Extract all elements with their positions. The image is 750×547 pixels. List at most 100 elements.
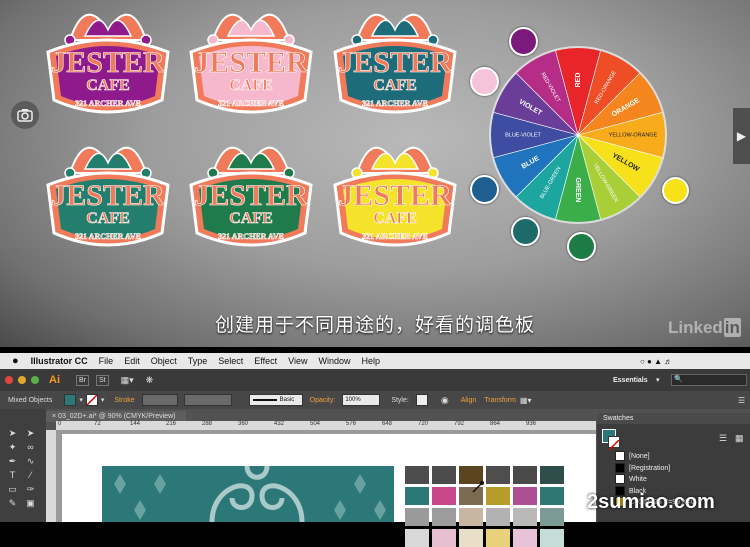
ruler-tick-label: 792 [454, 421, 465, 427]
help-search-input[interactable]: 🔍 [671, 374, 747, 386]
pencil-tool-icon[interactable]: ✎ [8, 499, 17, 508]
linkedin-logo: Linked in [668, 318, 741, 337]
swatch-row[interactable]: White [597, 474, 750, 485]
rectangle-tool-icon[interactable]: ▭ [8, 485, 17, 494]
pen-tool-icon[interactable]: ✒ [8, 457, 17, 466]
menu-view[interactable]: View [288, 356, 307, 366]
opacity-label[interactable]: Opacity: [310, 397, 336, 404]
swatch-tile[interactable] [513, 529, 537, 547]
menu-effect[interactable]: Effect [254, 356, 277, 366]
transform-link[interactable]: Transform [484, 397, 516, 404]
badge-title: JESTER [51, 46, 165, 79]
gpu-icon[interactable]: ❋ [146, 375, 154, 386]
swatch-row[interactable]: [None] [597, 451, 750, 462]
apple-icon[interactable]: ● [12, 355, 19, 367]
align-link[interactable]: Align [461, 397, 477, 404]
ruler-tick-label: 648 [382, 421, 393, 427]
swatch-tile[interactable] [540, 529, 564, 547]
direct-selection-tool-icon[interactable]: ➤ [26, 429, 35, 438]
menu-edit[interactable]: Edit [124, 356, 140, 366]
fill-swatch[interactable] [64, 394, 77, 406]
swatch-tile[interactable] [432, 529, 456, 547]
menu-window[interactable]: Window [318, 356, 350, 366]
swatch-tile[interactable] [486, 466, 510, 484]
camera-icon[interactable] [11, 101, 39, 129]
swatch-tile[interactable] [405, 466, 429, 484]
swatch-dot-yellow [662, 177, 689, 204]
swatch-tile[interactable] [486, 529, 510, 547]
opacity-field[interactable]: 100% [342, 394, 381, 406]
grid-view-icon[interactable]: ▦ [735, 433, 744, 444]
swatch-tile[interactable] [459, 508, 483, 526]
curvature-tool-icon[interactable]: ∿ [26, 457, 35, 466]
swatch-tile[interactable] [513, 466, 537, 484]
swatch-tile[interactable] [432, 487, 456, 505]
swatch-tile[interactable] [459, 529, 483, 547]
control-bar: Mixed Objects ▾ ▾ Stroke Basic Opacity: … [0, 391, 750, 409]
ruler-tick-label: 0 [58, 421, 62, 427]
brush-definition-field[interactable]: Basic [248, 394, 303, 406]
menu-object[interactable]: Object [151, 356, 177, 366]
badge-title: JESTER [338, 46, 452, 79]
stroke-chevron-icon[interactable]: ▾ [101, 396, 105, 404]
stock-button[interactable]: St [96, 374, 109, 386]
menu-help[interactable]: Help [361, 356, 380, 366]
next-arrow-icon[interactable]: ▶ [733, 108, 750, 164]
swatch-tile[interactable] [405, 529, 429, 547]
stroke-label[interactable]: Stroke [114, 397, 134, 404]
menu-select[interactable]: Select [218, 356, 243, 366]
swatch-tile[interactable] [540, 487, 564, 505]
type-tool-icon[interactable]: T [8, 471, 17, 480]
lasso-tool-icon[interactable]: ∞ [26, 443, 35, 452]
swatch-tile[interactable] [540, 508, 564, 526]
swatch-tile[interactable] [405, 487, 429, 505]
arrange-documents-icon[interactable]: ▦▾ [121, 375, 134, 386]
workspace-chevron-icon[interactable]: ▾ [656, 376, 660, 384]
swatch-row[interactable]: [Registration] [597, 462, 750, 474]
eraser-tool-icon[interactable]: ▣ [26, 499, 35, 508]
recolor-artwork-icon[interactable]: ◉ [441, 395, 449, 406]
line-tool-icon[interactable]: ⁄ [26, 471, 35, 480]
swatch-tile[interactable] [432, 508, 456, 526]
video-frame: JESTER CAFE 321 ARCHER AVE JESTER CAFE 321 AR… [0, 0, 750, 347]
style-label: Style: [391, 396, 409, 404]
zoom-window-button[interactable] [31, 376, 39, 384]
close-window-button[interactable] [5, 376, 13, 384]
eyedropper-cursor-icon [472, 481, 484, 493]
stroke-weight-field[interactable] [141, 394, 178, 406]
panel-menu-icon[interactable]: ☰ [738, 396, 745, 405]
tools-panel: ➤ ➤ ✦ ∞ ✒ ∿ T ⁄ ▭ ✑ ✎ ▣ [0, 409, 46, 522]
badge-address: 321 ARCHER AVE [218, 232, 284, 241]
swatch-tile[interactable] [432, 466, 456, 484]
swatch-tile[interactable] [540, 466, 564, 484]
fill-chevron-icon[interactable]: ▾ [79, 396, 83, 404]
artboard[interactable] [62, 434, 596, 547]
menu-type[interactable]: Type [188, 356, 208, 366]
damask-pattern-artwork[interactable] [102, 465, 394, 523]
selection-tool-icon[interactable]: ➤ [8, 429, 17, 438]
badge-address: 321 ARCHER AVE [218, 99, 284, 108]
menu-file[interactable]: File [99, 356, 114, 366]
paintbrush-tool-icon[interactable]: ✑ [26, 485, 35, 494]
stroke-proxy[interactable] [608, 436, 620, 451]
swatch-tile[interactable] [513, 487, 537, 505]
ruler-tick-label: 360 [238, 421, 249, 427]
swatch-tile[interactable] [405, 508, 429, 526]
minimize-window-button[interactable] [18, 376, 26, 384]
magic-wand-tool-icon[interactable]: ✦ [8, 443, 17, 452]
swatch-tile[interactable] [513, 508, 537, 526]
graphic-style-swatch[interactable] [415, 394, 428, 406]
canvas[interactable] [56, 430, 596, 547]
bridge-button[interactable]: Br [76, 374, 89, 386]
arrange-icon[interactable]: ▦▾ [520, 396, 532, 405]
swatch-tile[interactable] [486, 487, 510, 505]
workspace-switcher[interactable]: Essentials [613, 377, 648, 384]
variable-width-field[interactable] [183, 394, 232, 406]
swatch-tile[interactable] [486, 508, 510, 526]
brush-line [252, 399, 277, 401]
stroke-swatch[interactable] [85, 394, 98, 406]
badge-subtitle: CAFE [229, 77, 273, 94]
ruler-tick-label: 288 [202, 421, 213, 427]
menu-app-name[interactable]: Illustrator CC [31, 356, 88, 366]
list-view-icon[interactable]: ☰ [719, 433, 727, 444]
